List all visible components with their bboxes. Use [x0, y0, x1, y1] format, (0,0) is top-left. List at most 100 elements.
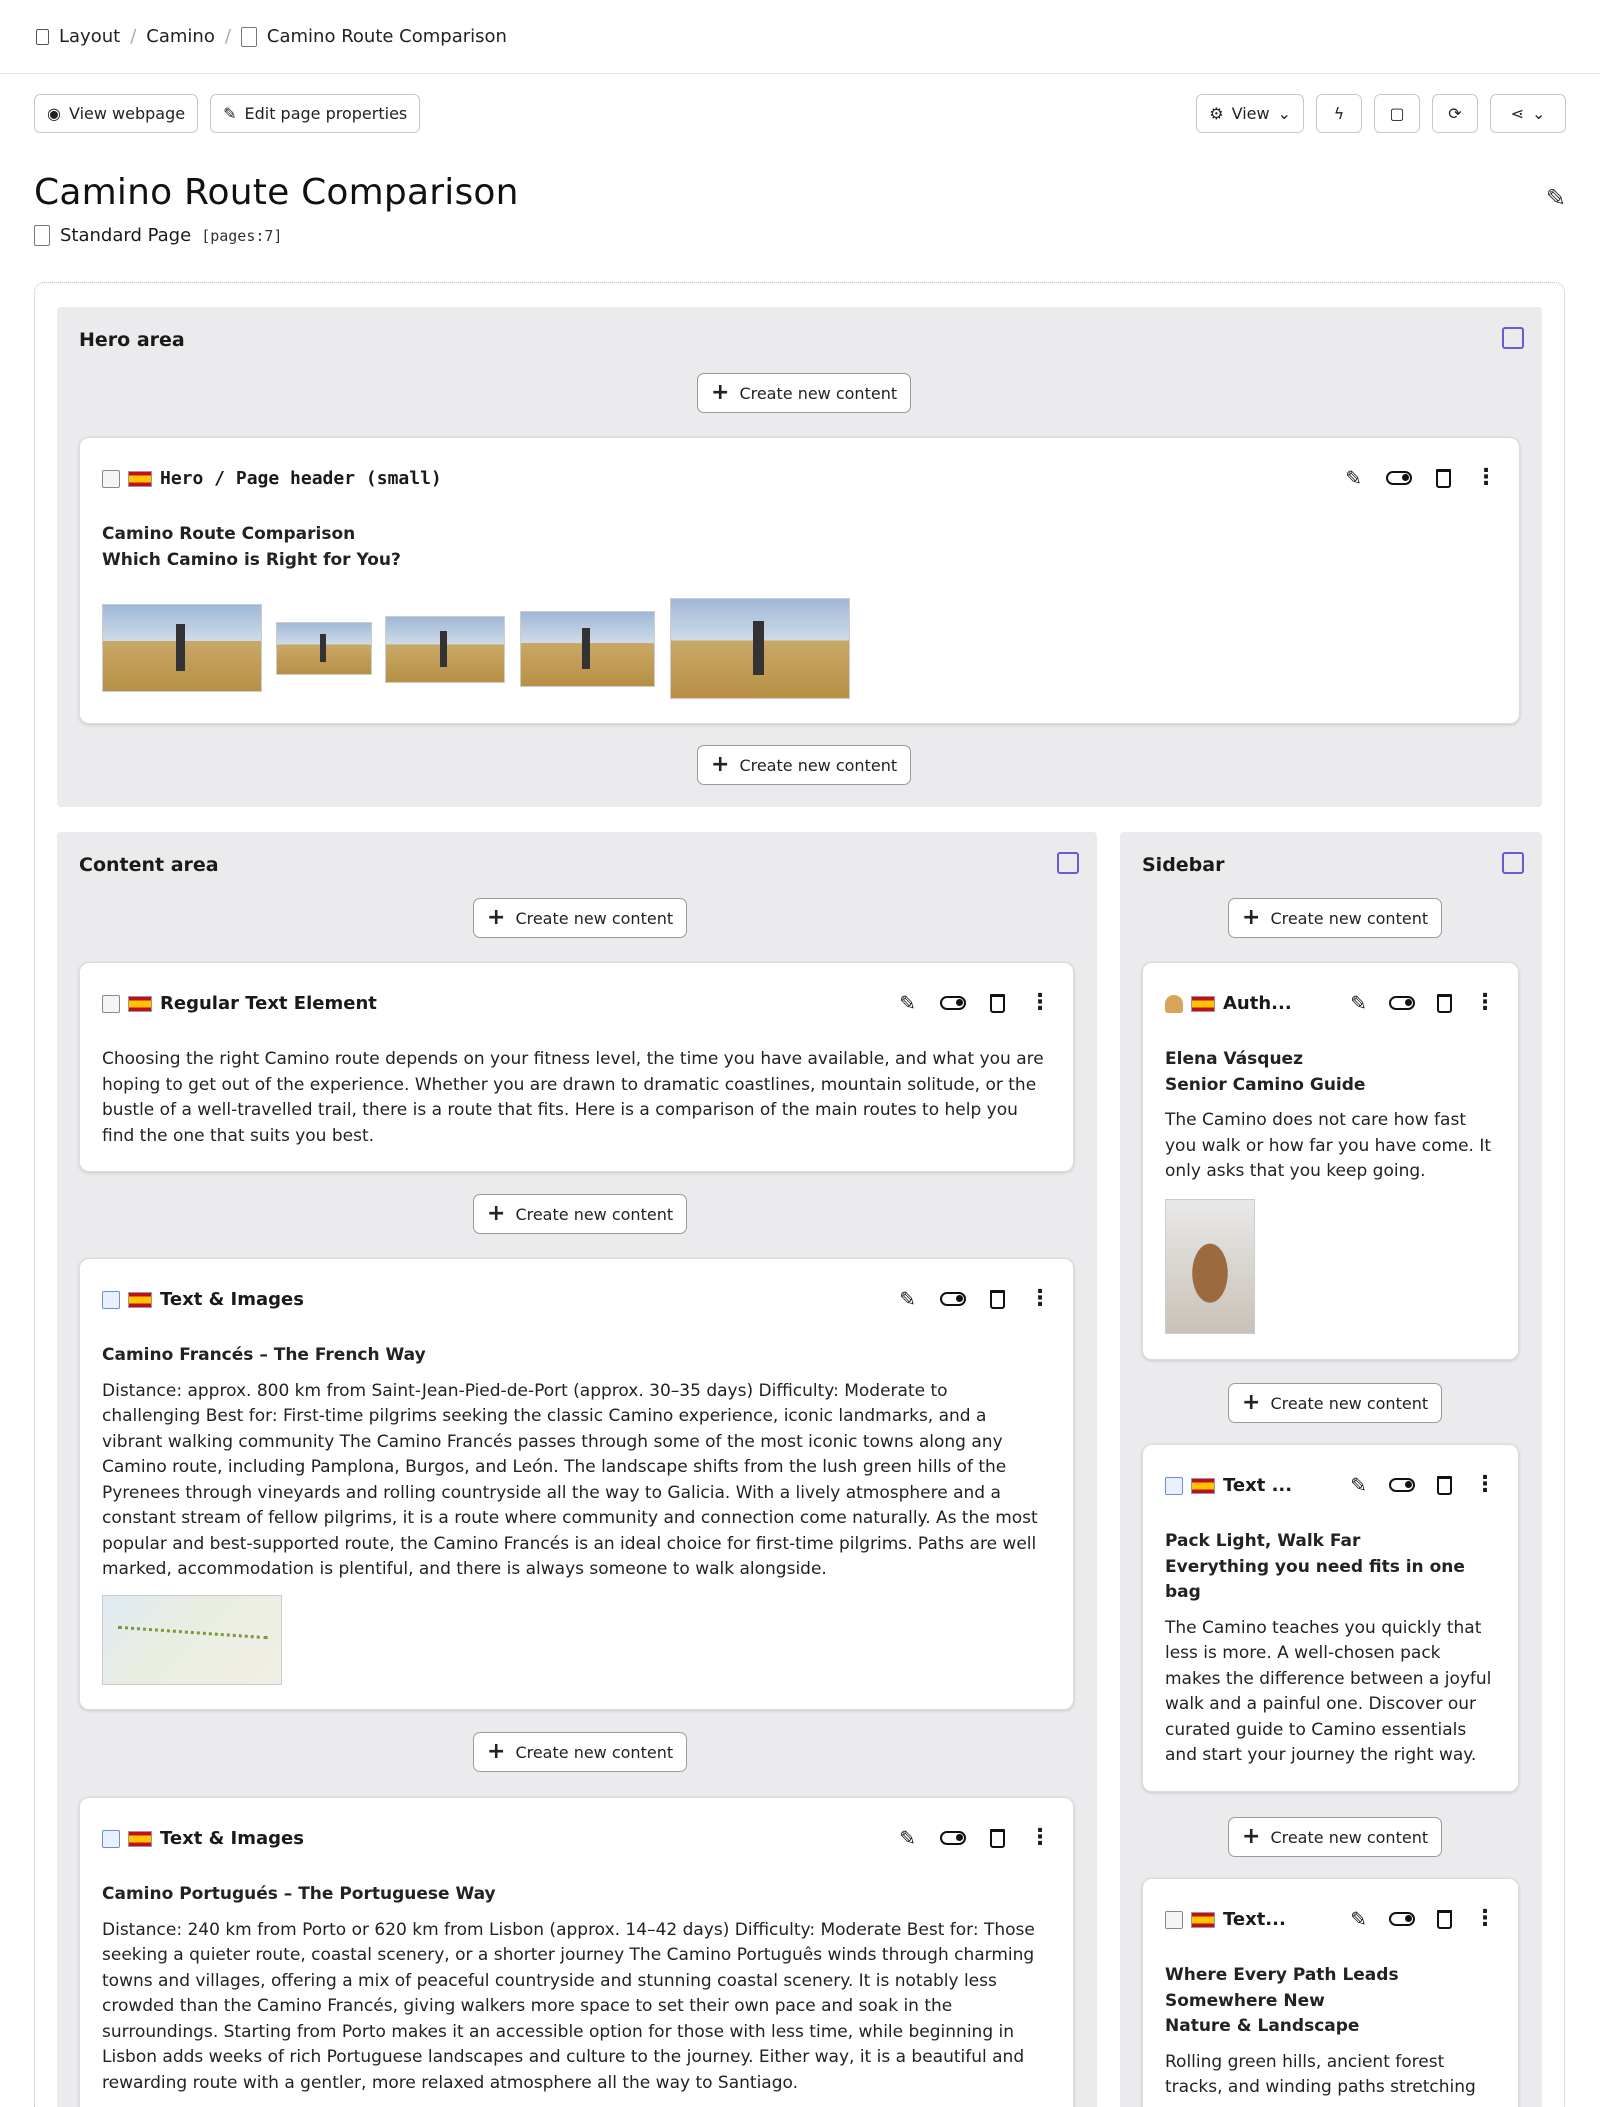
card-body: Camino Portugués – The Portuguese Way Di… — [102, 1882, 1051, 2096]
view-dropdown-button[interactable]: ⚙ View ⌄ — [1196, 93, 1304, 133]
share-dropdown-button[interactable]: ⋖ ⌄ — [1490, 93, 1566, 133]
hero-image-thumbnail — [670, 598, 850, 699]
trash-icon[interactable] — [990, 1289, 1005, 1309]
lightning-icon: ϟ — [1333, 103, 1345, 123]
hero-subheading: Which Camino is Right for You? — [102, 549, 401, 570]
toggle-visibility-icon[interactable] — [1389, 1912, 1415, 1926]
author-user-icon — [1165, 994, 1183, 1013]
content-card-text[interactable]: Text ... ✎ ⋮ Pack Light, Walk Far Everyt… — [1142, 1444, 1519, 1792]
create-content-button[interactable]: + Create new content — [473, 898, 688, 938]
more-options-icon[interactable]: ⋮ — [1475, 467, 1497, 489]
card-body-text: Distance: 240 km from Porto or 620 km fr… — [102, 1919, 1035, 2093]
more-options-icon[interactable]: ⋮ — [1474, 1474, 1496, 1496]
plus-icon: + — [487, 905, 506, 930]
clear-cache-button[interactable]: ϟ — [1316, 93, 1362, 133]
hero-heading: Camino Route Comparison — [102, 524, 356, 544]
card-body-text: Choosing the right Camino route depends … — [102, 1049, 1044, 1146]
create-content-button[interactable]: + Create new content — [1228, 1383, 1443, 1423]
content-card-author[interactable]: Auth... ✎ ⋮ Elena Vásquez Senior Camino … — [1142, 962, 1519, 1360]
create-content-button[interactable]: + Create new content — [697, 745, 912, 785]
card-header: Text ... — [1165, 1475, 1292, 1496]
create-content-button[interactable]: + Create new content — [473, 1732, 688, 1772]
card-title: Regular Text Element — [160, 993, 377, 1014]
plus-icon: + — [1242, 905, 1261, 930]
trash-icon[interactable] — [1437, 1909, 1452, 1929]
author-name: Elena Vásquez — [1165, 1049, 1303, 1069]
trash-icon[interactable] — [1437, 1475, 1452, 1495]
edit-title-pencil-icon[interactable]: ✎ — [1546, 184, 1566, 212]
content-card-text-images[interactable]: Text & Images ✎ ⋮ Camino Portugués – The… — [79, 1797, 1074, 2107]
card-subheading: Nature & Landscape — [1165, 2016, 1360, 2036]
breadcrumb-item-current[interactable]: Camino Route Comparison — [267, 26, 507, 47]
notes-button[interactable]: ▢ — [1374, 93, 1420, 133]
hero-image-thumbnail — [385, 616, 505, 683]
hero-image-thumbnail — [276, 622, 372, 675]
edit-area-icon[interactable] — [1057, 852, 1079, 874]
toggle-visibility-icon[interactable] — [1389, 1478, 1415, 1492]
breadcrumb-item-layout[interactable]: Layout — [59, 26, 120, 47]
card-body: Pack Light, Walk Far Everything you need… — [1165, 1529, 1496, 1769]
create-content-button[interactable]: + Create new content — [1228, 1817, 1443, 1857]
edit-pencil-icon[interactable]: ✎ — [899, 991, 916, 1015]
toggle-visibility-icon[interactable] — [940, 996, 966, 1010]
toggle-visibility-icon[interactable] — [1389, 996, 1415, 1010]
edit-area-icon[interactable] — [1502, 852, 1524, 874]
page-title: Camino Route Comparison — [34, 172, 519, 213]
hero-image-thumbnail — [102, 604, 262, 692]
card-actions: ✎ ⋮ — [1345, 466, 1497, 490]
toolbar: ◉ View webpage ✎ Edit page properties ⚙ … — [0, 74, 1600, 152]
page-id: [pages:7] — [201, 226, 283, 245]
sticky-note-icon: ▢ — [1389, 103, 1405, 123]
edit-pencil-icon[interactable]: ✎ — [1345, 466, 1362, 490]
toggle-visibility-icon[interactable] — [940, 1292, 966, 1306]
card-body: Where Every Path Leads Somewhere New Nat… — [1165, 1963, 1496, 2101]
more-options-icon[interactable]: ⋮ — [1474, 1908, 1496, 1930]
content-card-text[interactable]: Text... ✎ ⋮ Where Every Path Leads Somew… — [1142, 1878, 1519, 2107]
trash-icon[interactable] — [990, 1828, 1005, 1848]
plus-icon: + — [487, 1201, 506, 1226]
chevron-down-icon: ⌄ — [1532, 103, 1546, 123]
card-body: Camino Route Comparison Which Camino is … — [102, 522, 1497, 573]
plus-icon: + — [1242, 1390, 1261, 1415]
content-card-hero[interactable]: Hero / Page header (small) ✎ ⋮ Camino Ro… — [79, 437, 1520, 724]
edit-pencil-icon[interactable]: ✎ — [1350, 991, 1367, 1015]
more-options-icon[interactable]: ⋮ — [1474, 992, 1496, 1014]
trash-icon[interactable] — [990, 993, 1005, 1013]
card-heading: Camino Portugués – The Portuguese Way — [102, 1884, 496, 1904]
view-webpage-button[interactable]: ◉ View webpage — [34, 93, 199, 133]
more-options-icon[interactable]: ⋮ — [1029, 1288, 1051, 1310]
edit-pencil-icon[interactable]: ✎ — [1350, 1907, 1367, 1931]
content-area: Content area + Create new content Regular… — [57, 832, 1097, 2107]
edit-pencil-icon[interactable]: ✎ — [899, 1287, 916, 1311]
create-content-button[interactable]: + Create new content — [697, 373, 912, 413]
toggle-visibility-icon[interactable] — [940, 1831, 966, 1845]
toggle-visibility-icon[interactable] — [1386, 471, 1412, 485]
create-content-button[interactable]: + Create new content — [473, 1194, 688, 1234]
content-type-icon — [1165, 1910, 1183, 1929]
eye-page-icon: ◉ — [47, 103, 61, 123]
card-body-text: Distance: approx. 800 km from Saint-Jean… — [102, 1380, 1038, 1580]
reload-button[interactable]: ⟳ — [1432, 93, 1478, 133]
create-content-button[interactable]: + Create new content — [1228, 898, 1443, 938]
card-title: Text... — [1223, 1909, 1286, 1930]
card-title: Hero / Page header (small) — [160, 468, 442, 489]
card-title: Text ... — [1223, 1475, 1293, 1496]
card-actions: ✎ ⋮ — [899, 1287, 1051, 1311]
breadcrumb-item-camino[interactable]: Camino — [146, 26, 215, 47]
language-flag-icon — [128, 1291, 152, 1308]
content-card-text[interactable]: Regular Text Element ✎ ⋮ Choosing the ri… — [79, 962, 1074, 1172]
more-options-icon[interactable]: ⋮ — [1029, 1827, 1051, 1849]
edit-area-icon[interactable] — [1502, 327, 1524, 349]
breadcrumb-separator: / — [130, 26, 137, 47]
content-card-text-images[interactable]: Text & Images ✎ ⋮ Camino Francés – The F… — [79, 1258, 1074, 1710]
edit-page-properties-button[interactable]: ✎ Edit page properties — [210, 93, 421, 133]
trash-icon[interactable] — [1437, 993, 1452, 1013]
language-flag-icon — [1191, 995, 1215, 1012]
breadcrumb-separator: / — [224, 26, 231, 47]
edit-pencil-icon[interactable]: ✎ — [899, 1826, 916, 1850]
refresh-icon: ⟳ — [1448, 103, 1462, 123]
page-type: Standard Page [pages:7] — [34, 225, 1566, 246]
more-options-icon[interactable]: ⋮ — [1029, 992, 1051, 1014]
edit-pencil-icon[interactable]: ✎ — [1350, 1473, 1367, 1497]
trash-icon[interactable] — [1436, 468, 1451, 488]
